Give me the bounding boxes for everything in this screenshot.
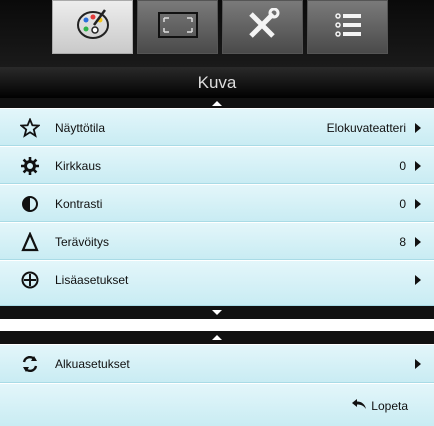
chevron-down-icon	[212, 310, 222, 315]
palette-icon	[75, 8, 111, 47]
exit-button[interactable]: Lopeta	[351, 397, 408, 414]
menu-item-sharpness[interactable]: Terävöitys 8	[0, 222, 434, 260]
section-divider	[0, 319, 434, 331]
menu-item-display-mode[interactable]: Näyttötila Elokuvateatteri	[0, 108, 434, 146]
menu-title-bar: Kuva	[0, 67, 434, 99]
menu-item-value: 0	[399, 159, 406, 173]
tab-bar	[0, 0, 434, 67]
menu-item-value: 0	[399, 197, 406, 211]
scroll-down-indicator[interactable]	[0, 306, 434, 319]
menu-item-label: Kirkkaus	[55, 159, 102, 173]
menu-item-reset[interactable]: Alkuasetukset	[0, 344, 434, 383]
chevron-right-icon	[415, 199, 421, 209]
page-title: Kuva	[197, 73, 237, 92]
chevron-up-icon	[212, 335, 222, 340]
sharpness-delta-icon	[20, 232, 40, 252]
exit-label: Lopeta	[371, 398, 408, 413]
menu-item-label: Alkuasetukset	[55, 357, 130, 371]
menu-item-label: Terävöitys	[55, 235, 110, 249]
tab-options[interactable]	[307, 0, 388, 54]
scroll-up-indicator[interactable]	[0, 98, 434, 108]
chevron-right-icon	[415, 359, 421, 369]
refresh-icon	[20, 354, 40, 374]
chevron-up-icon	[212, 100, 222, 106]
menu-item-advanced[interactable]: Lisäasetukset	[0, 260, 434, 306]
return-arrow-icon	[351, 397, 367, 414]
brightness-gear-icon	[20, 156, 40, 176]
screen-corners-icon	[156, 10, 200, 45]
menu-item-contrast[interactable]: Kontrasti 0	[0, 184, 434, 222]
star-outline-icon	[20, 118, 40, 138]
tab-display[interactable]	[137, 0, 218, 54]
menu-item-value: 8	[399, 235, 406, 249]
chevron-right-icon	[415, 275, 421, 285]
chevron-right-icon	[415, 237, 421, 247]
menu-item-value: Elokuvateatteri	[326, 121, 406, 135]
tools-icon	[243, 7, 283, 47]
contrast-half-circle-icon	[20, 194, 40, 214]
exit-row: Lopeta	[0, 383, 434, 426]
chevron-right-icon	[415, 123, 421, 133]
scroll-up-indicator-lower[interactable]	[0, 331, 434, 344]
menu-item-label: Lisäasetukset	[55, 273, 129, 287]
tab-setup[interactable]	[222, 0, 303, 54]
menu-item-brightness[interactable]: Kirkkaus 0	[0, 146, 434, 184]
advanced-circle-plus-icon	[20, 270, 40, 290]
chevron-right-icon	[415, 161, 421, 171]
list-icon	[333, 10, 363, 45]
tab-picture[interactable]	[52, 0, 133, 54]
menu-item-label: Kontrasti	[55, 197, 103, 211]
menu-item-label: Näyttötila	[55, 121, 106, 135]
